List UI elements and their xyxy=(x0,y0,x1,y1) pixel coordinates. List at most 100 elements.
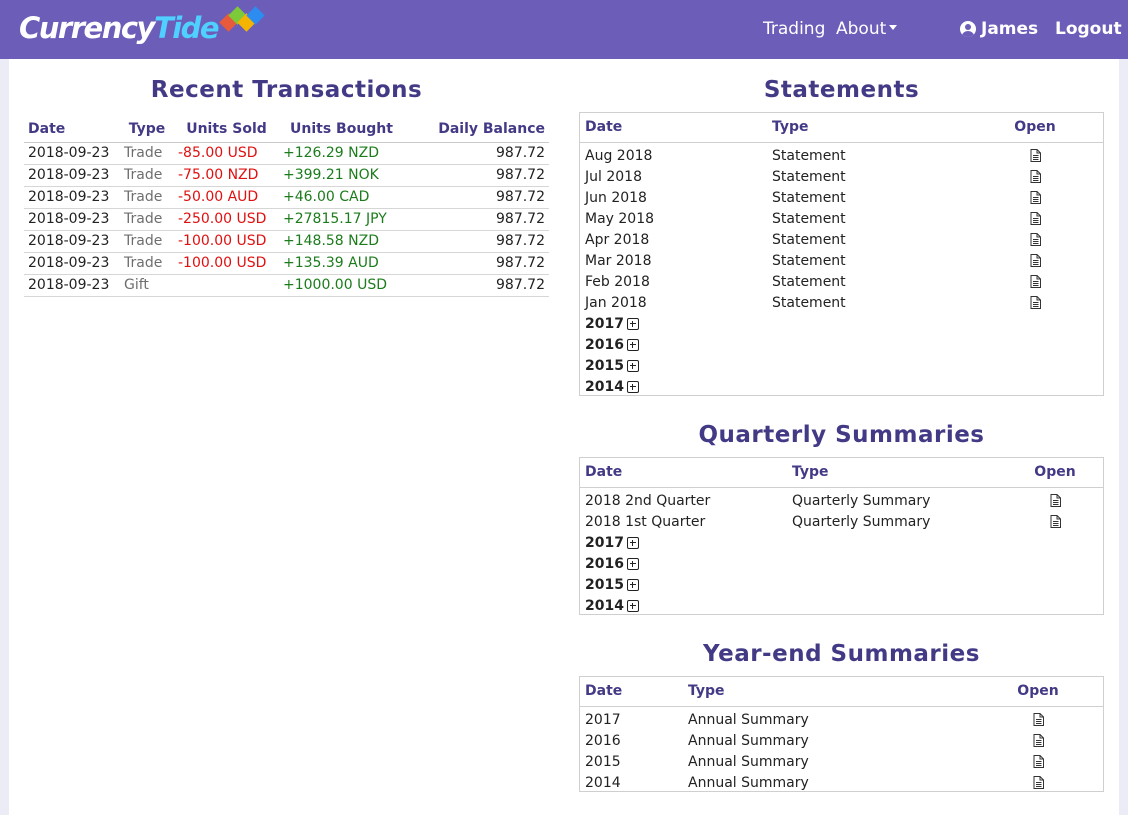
brand-logo[interactable]: CurrencyTide xyxy=(19,6,265,50)
statements-panel: Date Type Open Aug 2018 Statement Jul 2018… xyxy=(579,112,1104,396)
statements-title: Statements xyxy=(763,77,920,103)
annual-summary-open-cell xyxy=(973,706,1103,730)
statement-date: Jan 2018 xyxy=(585,294,647,311)
quarterly-summary-year-toggle[interactable]: 2017 xyxy=(585,535,639,551)
open-annual-summary-button[interactable] xyxy=(1033,754,1044,770)
quarterly-table: Date Type Open 2018 2nd Quarter Quarterly… xyxy=(580,458,1103,616)
statement-row: Jan 2018 Statement xyxy=(580,292,1103,313)
transaction-units-bought: +46.00 CAD xyxy=(279,186,404,209)
col-date-header: Date xyxy=(580,458,787,488)
quarterly-header-row: Date Type Open xyxy=(580,458,1103,488)
col-open-header: Open xyxy=(1007,458,1103,488)
transaction-row: 2018-09-23 Trade -100.00 USD +135.39 AUD 987… xyxy=(24,252,549,275)
annual-summary-date: 2017 xyxy=(585,711,621,728)
annual-summary-row: 2015 Annual Summary xyxy=(580,751,1103,772)
transaction-type: Trade xyxy=(120,142,174,165)
recent-transactions-title: Recent Transactions xyxy=(150,77,423,103)
open-annual-summary-button[interactable] xyxy=(1033,712,1044,728)
open-quarterly-summary-button[interactable] xyxy=(1050,514,1061,530)
statement-year-row: 2015 xyxy=(580,355,1103,376)
statement-date: Apr 2018 xyxy=(585,231,650,248)
col-type-header: Type xyxy=(787,458,1007,488)
statement-year-cell: 2016 xyxy=(580,334,1103,355)
plus-square-icon xyxy=(626,317,639,330)
open-statement-button[interactable] xyxy=(1030,148,1041,164)
statement-date: Mar 2018 xyxy=(585,252,652,269)
statement-row: Jul 2018 Statement xyxy=(580,166,1103,187)
transaction-daily-balance: 987.72 xyxy=(404,186,549,209)
col-type-header: Type xyxy=(767,113,967,143)
transaction-date: 2018-09-23 xyxy=(24,186,120,209)
quarterly-summary-type: Quarterly Summary xyxy=(792,492,931,509)
open-statement-button[interactable] xyxy=(1030,232,1041,248)
statement-open-cell xyxy=(967,208,1103,229)
col-open-header: Open xyxy=(967,113,1103,143)
open-statement-button[interactable] xyxy=(1030,274,1041,290)
transaction-units-sold: -75.00 NZD xyxy=(174,164,279,187)
statement-open-cell xyxy=(967,292,1103,313)
caret-down-icon xyxy=(889,25,898,30)
nav-about-dropdown[interactable]: About xyxy=(836,19,898,39)
quarterly-summary-open-cell xyxy=(1007,487,1103,511)
open-statement-button[interactable] xyxy=(1030,211,1041,227)
statement-type: Statement xyxy=(772,168,846,185)
open-annual-summary-button[interactable] xyxy=(1033,775,1044,791)
plus-square-icon xyxy=(626,599,639,612)
nav-user-link[interactable]: James xyxy=(960,19,1038,39)
top-navbar: CurrencyTide Trading About James Logout xyxy=(0,0,1128,59)
transaction-units-sold: -100.00 USD xyxy=(174,252,279,275)
statement-year-toggle[interactable]: 2016 xyxy=(585,337,639,353)
nav-logout-link[interactable]: Logout xyxy=(1055,19,1122,39)
transaction-units-bought: +135.39 AUD xyxy=(279,252,404,275)
brand-name: CurrencyTide xyxy=(19,10,220,45)
open-statement-button[interactable] xyxy=(1030,295,1041,311)
transactions-header-row: Date Type Units Sold Units Bought Daily … xyxy=(24,116,549,143)
plus-square-icon xyxy=(626,557,639,570)
transaction-row: 2018-09-23 Trade -75.00 NZD +399.21 NOK 987.… xyxy=(24,164,549,187)
statements-header-row: Date Type Open xyxy=(580,113,1103,143)
transaction-type: Trade xyxy=(120,186,174,209)
quarterly-summary-year-cell: 2017 xyxy=(580,532,1103,553)
col-date-header: Date xyxy=(24,116,120,143)
statement-open-cell xyxy=(967,187,1103,208)
transaction-daily-balance: 987.72 xyxy=(404,142,549,165)
open-quarterly-summary-button[interactable] xyxy=(1050,493,1061,509)
document-icon xyxy=(1033,713,1044,727)
document-icon xyxy=(1030,233,1041,246)
quarterly-summary-year-row: 2016 xyxy=(580,553,1103,574)
transaction-date: 2018-09-23 xyxy=(24,230,120,253)
statement-year-label: 2017 xyxy=(585,315,624,332)
transaction-row: 2018-09-23 Trade -250.00 USD +27815.17 JPY 9… xyxy=(24,208,549,231)
transaction-units-bought: +1000.00 USD xyxy=(279,274,404,297)
quarterly-summary-date: 2018 2nd Quarter xyxy=(585,492,711,509)
transaction-date: 2018-09-23 xyxy=(24,164,120,187)
transaction-units-bought: +399.21 NOK xyxy=(279,164,404,187)
statement-year-label: 2016 xyxy=(585,336,624,353)
statement-year-toggle[interactable]: 2014 xyxy=(585,379,639,395)
statement-open-cell xyxy=(967,271,1103,292)
quarterly-summary-year-cell: 2016 xyxy=(580,553,1103,574)
open-annual-summary-button[interactable] xyxy=(1033,733,1044,749)
annual-summary-row: 2014 Annual Summary xyxy=(580,772,1103,793)
transaction-units-bought: +148.58 NZD xyxy=(279,230,404,253)
open-statement-button[interactable] xyxy=(1030,169,1041,185)
quarterly-summary-year-toggle[interactable]: 2015 xyxy=(585,577,639,593)
transaction-daily-balance: 987.72 xyxy=(404,274,549,297)
statement-year-row: 2017 xyxy=(580,313,1103,334)
year-end-summaries-title: Year-end Summaries xyxy=(703,641,980,667)
quarterly-summary-date: 2018 1st Quarter xyxy=(585,513,706,530)
annual-summary-row: 2017 Annual Summary xyxy=(580,706,1103,730)
quarterly-summary-year-toggle[interactable]: 2014 xyxy=(585,598,639,614)
quarterly-summary-year-cell: 2015 xyxy=(580,574,1103,595)
transaction-date: 2018-09-23 xyxy=(24,208,120,231)
open-statement-button[interactable] xyxy=(1030,253,1041,269)
open-statement-button[interactable] xyxy=(1030,190,1041,206)
nav-trading-link[interactable]: Trading xyxy=(763,19,825,39)
quarterly-summary-row: 2018 2nd Quarter Quarterly Summary xyxy=(580,487,1103,511)
statement-year-toggle[interactable]: 2015 xyxy=(585,358,639,374)
document-icon xyxy=(1030,254,1041,267)
transaction-units-sold: -250.00 USD xyxy=(174,208,279,231)
statement-year-toggle[interactable]: 2017 xyxy=(585,316,639,332)
quarterly-summary-year-toggle[interactable]: 2016 xyxy=(585,556,639,572)
transaction-type: Trade xyxy=(120,230,174,253)
